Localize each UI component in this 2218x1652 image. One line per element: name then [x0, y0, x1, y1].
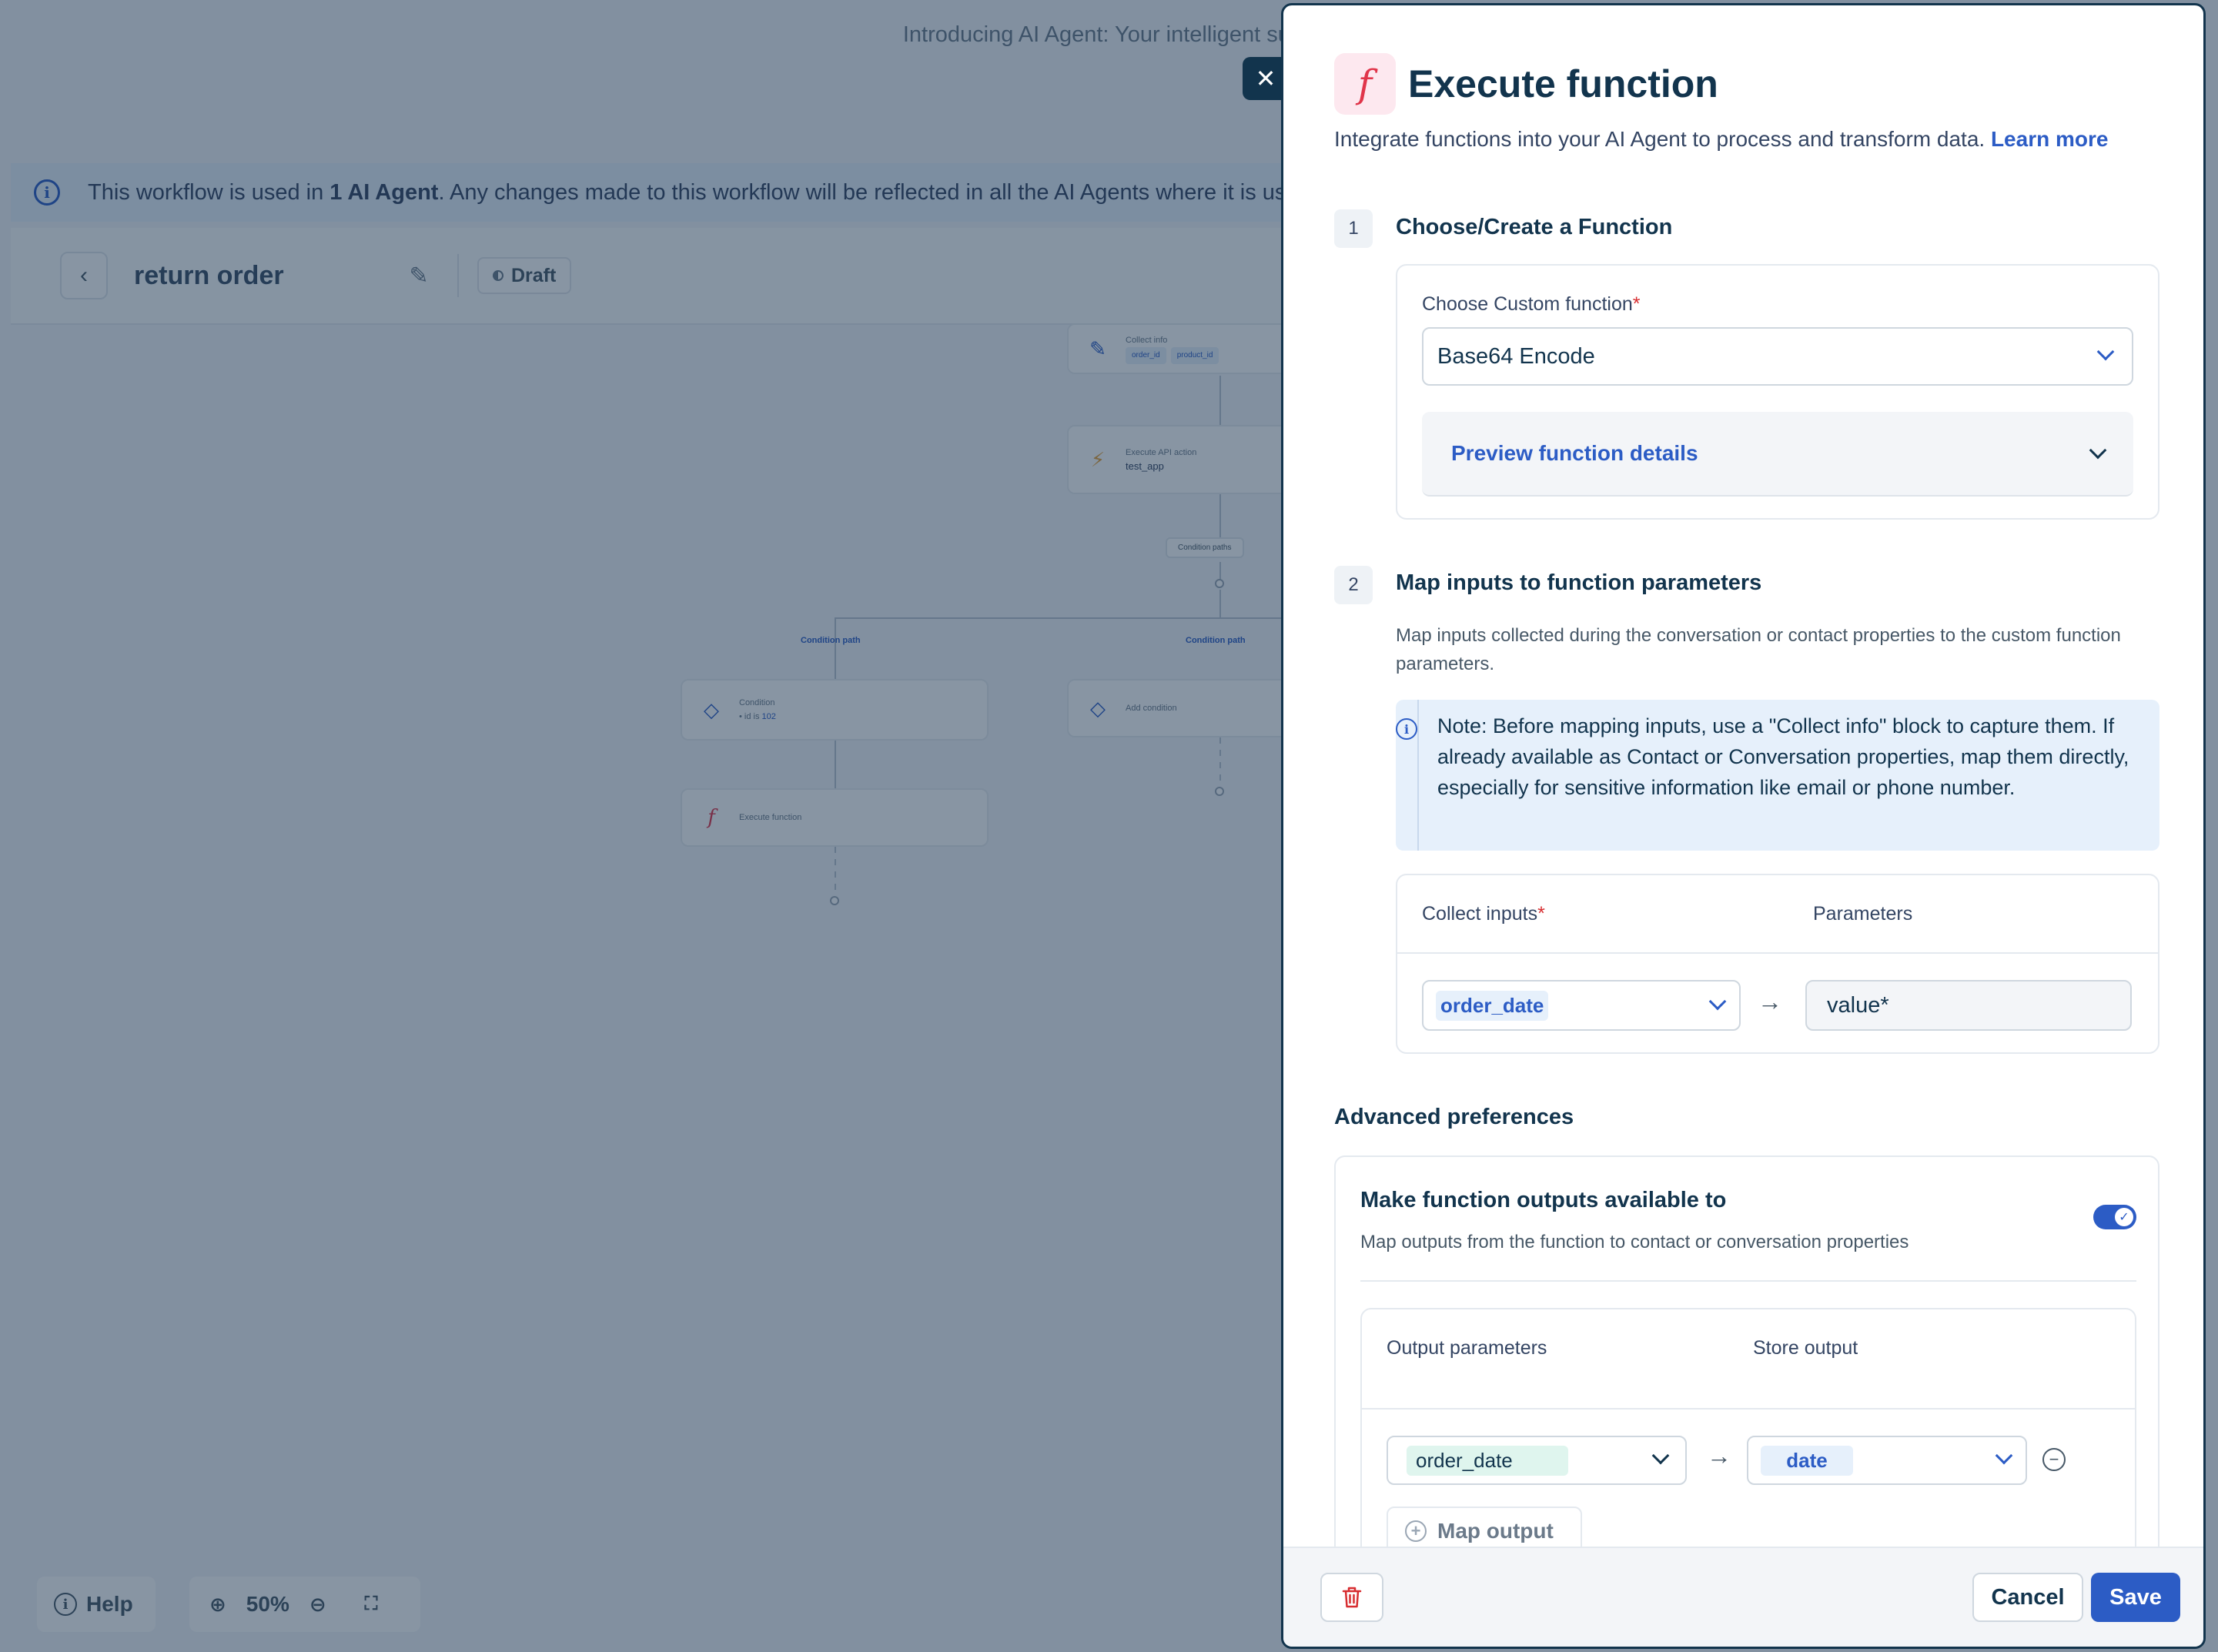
input-mapping-card: Collect inputs* Parameters order_date → … — [1396, 874, 2159, 1054]
remove-output-button[interactable]: − — [2042, 1448, 2066, 1471]
custom-function-label-text: Choose Custom function — [1422, 293, 1633, 315]
step-1-title: Choose/Create a Function — [1396, 215, 1673, 239]
custom-function-value: Base64 Encode — [1437, 343, 1595, 369]
step-2-title: Map inputs to function parameters — [1396, 570, 1762, 595]
output-parameter-tag: order_date — [1407, 1445, 1568, 1476]
drawer-title: Execute function — [1408, 62, 1718, 105]
output-parameters-header: Output parameters — [1387, 1337, 1547, 1359]
note-text: Note: Before mapping inputs, use a "Coll… — [1437, 714, 2129, 799]
collect-input-select[interactable]: order_date — [1422, 980, 1741, 1031]
learn-more-link[interactable]: Learn more — [1991, 127, 2109, 151]
table-divider — [1397, 952, 2158, 954]
store-output-header: Store output — [1753, 1337, 1858, 1359]
collect-inputs-header-text: Collect inputs — [1422, 903, 1538, 925]
required-asterisk: * — [1632, 293, 1641, 315]
collect-inputs-header: Collect inputs* — [1422, 903, 1545, 925]
map-output-label: Map output — [1437, 1519, 1554, 1543]
chevron-down-icon — [2096, 343, 2115, 361]
step-1-number: 1 — [1334, 209, 1373, 248]
arrow-right-icon: → — [1758, 988, 1782, 1015]
preview-function-details-label: Preview function details — [1451, 441, 1698, 465]
step-2-description: Map inputs collected during the conversa… — [1396, 625, 2121, 674]
chevron-down-icon — [2089, 441, 2107, 460]
function-outputs-toggle[interactable]: ✓ — [2093, 1205, 2136, 1229]
function-outputs-card: Make function outputs available to Map o… — [1334, 1155, 2159, 1631]
delete-button[interactable] — [1320, 1573, 1383, 1622]
chevron-down-icon — [1995, 1446, 2013, 1465]
save-button[interactable]: Save — [2091, 1573, 2180, 1622]
preview-function-details[interactable]: Preview function details — [1422, 412, 2133, 497]
step-2-number: 2 — [1334, 566, 1373, 604]
drawer-subtitle: Integrate functions into your AI Agent t… — [1334, 127, 2108, 152]
drawer-header: f Execute function — [1334, 53, 1718, 115]
parameters-header: Parameters — [1813, 903, 1913, 925]
arrow-right-icon: → — [1707, 1442, 1731, 1470]
drawer-subtitle-text: Integrate functions into your AI Agent t… — [1334, 127, 1985, 151]
required-asterisk: * — [1537, 903, 1545, 925]
drawer-footer: Cancel Save — [1283, 1547, 2203, 1647]
minus-circle-icon: − — [2049, 1450, 2059, 1469]
check-icon: ✓ — [2115, 1208, 2133, 1226]
function-outputs-description: Map outputs from the function to contact… — [1360, 1232, 1909, 1252]
chevron-down-icon — [1708, 992, 1727, 1011]
plus-circle-icon: + — [1405, 1520, 1427, 1542]
section-divider — [1360, 1280, 2136, 1282]
parameter-field: value* — [1805, 980, 2132, 1031]
advanced-preferences-title: Advanced preferences — [1334, 1105, 1574, 1129]
collect-input-tag: order_date — [1436, 990, 1549, 1021]
cancel-button[interactable]: Cancel — [1972, 1573, 2083, 1622]
collect-info-note: i Note: Before mapping inputs, use a "Co… — [1396, 700, 2159, 851]
function-outputs-title: Make function outputs available to — [1360, 1188, 1727, 1212]
note-icon-column: i — [1396, 700, 1419, 851]
choose-function-card: Choose Custom function* Base64 Encode Pr… — [1396, 264, 2159, 520]
close-icon: ✕ — [1255, 65, 1276, 92]
output-parameter-select[interactable]: order_date — [1387, 1436, 1687, 1485]
store-output-tag: date — [1761, 1445, 1853, 1476]
chevron-down-icon — [1651, 1446, 1670, 1465]
custom-function-label: Choose Custom function* — [1422, 293, 1641, 316]
store-output-select[interactable]: date — [1747, 1436, 2027, 1485]
info-icon: i — [1396, 718, 1417, 740]
table-divider — [1362, 1408, 2135, 1410]
function-icon: f — [1334, 53, 1396, 115]
execute-function-drawer: f Execute function Integrate functions i… — [1281, 3, 2206, 1649]
custom-function-select[interactable]: Base64 Encode — [1422, 327, 2133, 386]
trash-icon — [1342, 1587, 1362, 1608]
